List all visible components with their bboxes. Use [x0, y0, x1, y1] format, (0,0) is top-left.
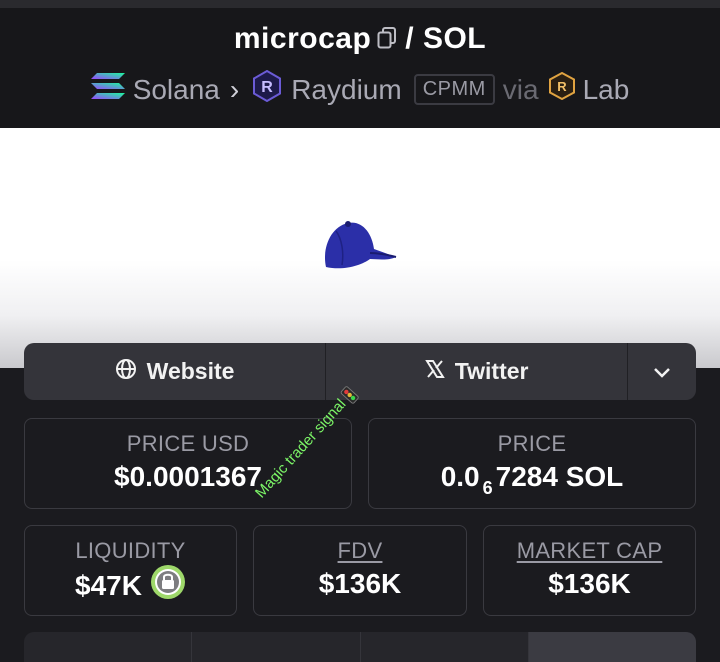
raydium-icon: R: [251, 69, 283, 109]
tab-3[interactable]: [361, 632, 529, 662]
website-button[interactable]: Website: [24, 343, 327, 400]
chevron-right-icon: ›: [229, 73, 240, 105]
social-links-bar: Website Twitter: [24, 343, 696, 400]
more-links-button[interactable]: [628, 343, 696, 400]
market-cap-value: $136K: [548, 568, 631, 599]
x-logo-icon: [424, 358, 445, 385]
price-usd-value: $0.0001367: [114, 461, 262, 492]
price-value-prefix: 0.0: [440, 461, 480, 492]
liquidity-row: $47K: [25, 565, 236, 607]
pair-title: microcap / SOL: [0, 22, 720, 57]
globe-icon: [115, 358, 137, 386]
tab-4[interactable]: [528, 632, 696, 662]
breadcrumb: Solana › R Raydium CPMM via R Lab: [0, 69, 720, 109]
lab-icon: R: [548, 71, 575, 107]
liquidity-value: $47K: [75, 569, 142, 601]
chain-link[interactable]: Solana: [133, 74, 220, 106]
price-value-zero-count: 6: [482, 478, 493, 498]
tab-1[interactable]: [24, 632, 193, 662]
fdv-value: $136K: [318, 568, 402, 599]
website-label: Website: [146, 358, 235, 384]
solana-icon: [90, 73, 125, 106]
dex-link[interactable]: Raydium: [291, 74, 401, 106]
market-cap-label[interactable]: MARKET CAP: [484, 538, 695, 564]
market-cap-card: MARKET CAP $136K: [483, 525, 696, 616]
chevron-down-icon: [653, 358, 671, 385]
svg-text:R: R: [261, 79, 273, 96]
price-value: 0.0 6 7284 SOL: [369, 461, 695, 499]
liquidity-card: LIQUIDITY $47K: [24, 525, 237, 616]
twitter-label: Twitter: [454, 358, 529, 384]
pool-type-badge: CPMM: [413, 74, 495, 105]
svg-text:R: R: [557, 79, 567, 94]
pair-separator: /: [405, 22, 415, 55]
fdv-card: FDV $136K: [253, 525, 467, 616]
price-card: PRICE 0.0 6 7284 SOL: [368, 418, 696, 509]
top-strip: [0, 0, 720, 8]
quote-token-name: SOL: [422, 22, 487, 55]
time-tabs: [24, 632, 696, 662]
fdv-label[interactable]: FDV: [254, 538, 466, 564]
launchpad-link[interactable]: Lab: [583, 74, 630, 106]
tab-2[interactable]: [192, 632, 361, 662]
price-label: PRICE: [497, 431, 567, 456]
cap-icon: [322, 219, 398, 276]
base-token-name: microcap: [233, 22, 372, 55]
twitter-button[interactable]: Twitter: [326, 343, 629, 400]
price-value-suffix: 7284 SOL: [495, 461, 624, 492]
liquidity-label: LIQUIDITY: [75, 538, 186, 563]
copy-icon[interactable]: [377, 23, 397, 57]
via-label: via: [502, 73, 539, 105]
lock-icon[interactable]: [150, 564, 186, 607]
